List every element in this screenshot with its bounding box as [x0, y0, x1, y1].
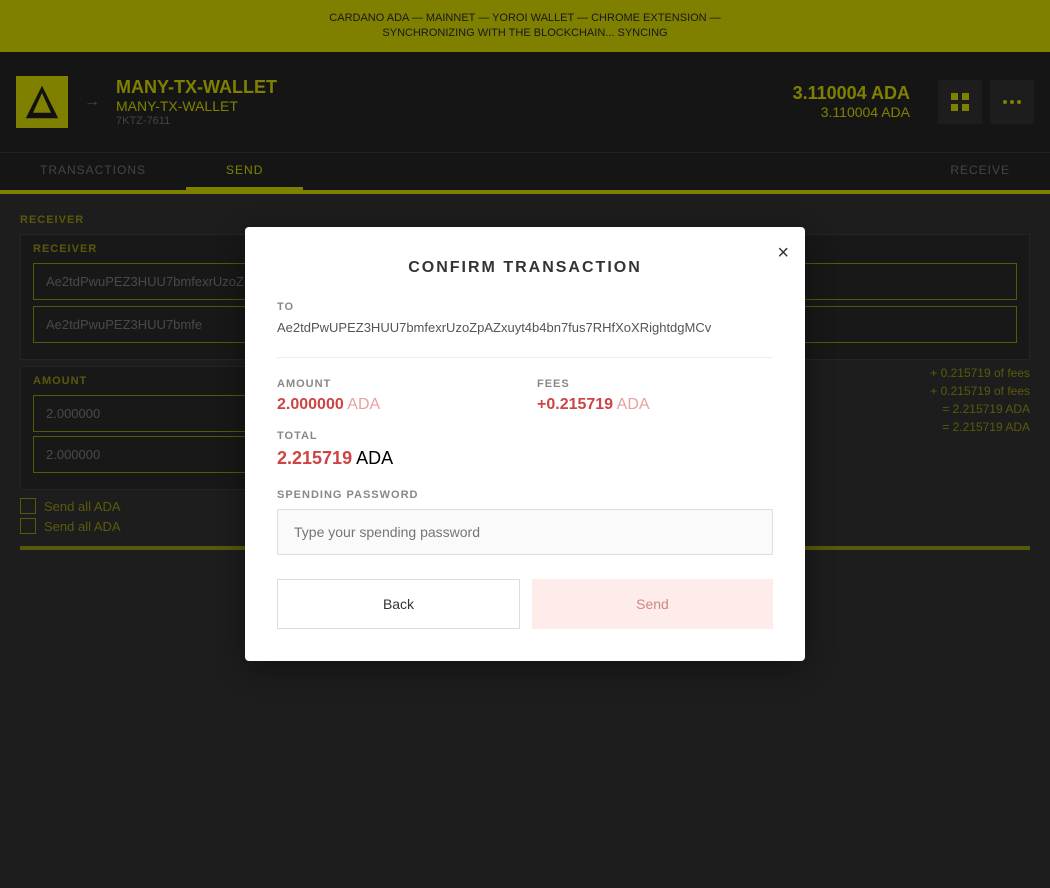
modal-buttons: Back Send	[277, 579, 773, 629]
modal-total-value: 2.215719 ADA	[277, 448, 773, 469]
modal-fees-num: +0.215719	[537, 396, 613, 413]
modal-fees-section: FEES +0.215719 ADA	[537, 378, 773, 414]
modal-title: CONFIRM TRANSACTION	[277, 259, 773, 277]
send-button[interactable]: Send	[532, 579, 773, 629]
modal-amount-unit: ADA	[347, 396, 380, 413]
modal-close-button[interactable]: ×	[777, 243, 789, 263]
modal-fees-unit: ADA	[617, 396, 650, 413]
modal-amount-label: AMOUNT	[277, 378, 513, 390]
modal-fees-value: +0.215719 ADA	[537, 396, 773, 414]
divider	[277, 357, 773, 358]
confirm-transaction-modal: × CONFIRM TRANSACTION TO Ae2tdPwUPEZ3HUU…	[245, 227, 805, 661]
modal-overlay: × CONFIRM TRANSACTION TO Ae2tdPwUPEZ3HUU…	[0, 0, 1050, 888]
modal-total-num: 2.215719	[277, 448, 352, 468]
modal-amounts: AMOUNT 2.000000 ADA FEES +0.215719 ADA	[277, 378, 773, 414]
modal-fees-label: FEES	[537, 378, 773, 390]
modal-total-unit: ADA	[356, 448, 393, 468]
spending-password-input[interactable]	[277, 509, 773, 555]
modal-to-label: TO	[277, 301, 773, 313]
modal-address: Ae2tdPwUPEZ3HUU7bmfexrUzoZpAZxuyt4b4bn7f…	[277, 319, 773, 337]
modal-total-label: TOTAL	[277, 430, 773, 442]
modal-password-label: SPENDING PASSWORD	[277, 489, 773, 501]
modal-amount-section: AMOUNT 2.000000 ADA	[277, 378, 513, 414]
back-button[interactable]: Back	[277, 579, 520, 629]
modal-amount-value: 2.000000 ADA	[277, 396, 513, 414]
modal-amount-num: 2.000000	[277, 396, 344, 413]
